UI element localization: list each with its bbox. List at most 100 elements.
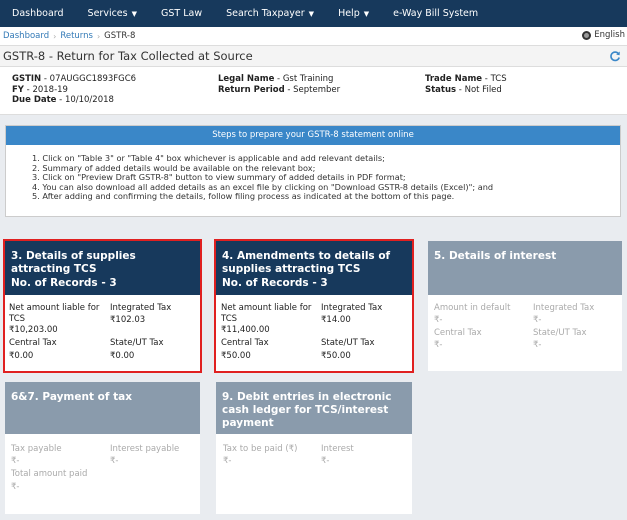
nav-dashboard-label: Dashboard — [12, 8, 64, 19]
tile-title: 3. Details of supplies attracting TCS — [11, 250, 136, 275]
sgst-value: ₹0.00 — [110, 351, 135, 361]
breadcrumb-separator: › — [96, 31, 101, 41]
step-item: 5. After adding and confirming the detai… — [32, 191, 455, 202]
amount-default-value: ₹- — [434, 315, 443, 325]
interest-value: ₹- — [321, 456, 330, 466]
fy-row: FY - 2018-19 — [12, 84, 68, 95]
breadcrumb: Dashboard › Returns › GSTR-8 English — [0, 27, 627, 45]
nav-eway-bill-label: e-Way Bill System — [393, 8, 479, 19]
page-title-bar: GSTR-8 - Return for Tax Collected at Sou… — [0, 45, 627, 67]
tax-to-be-paid-value: ₹- — [223, 456, 232, 466]
globe-icon — [582, 30, 592, 40]
interest-payable-value: ₹- — [110, 456, 119, 466]
fy-label: FY — [12, 84, 24, 95]
sgst-value: ₹50.00 — [321, 351, 351, 361]
net-amount-label: Net amount liable for TCS — [221, 303, 312, 324]
breadcrumb-current: GSTR-8 — [104, 31, 136, 41]
tile-header: 3. Details of supplies attracting TCS No… — [5, 241, 200, 295]
return-info-panel: GSTIN - 07AUGGC1893FGC6 FY - 2018-19 Due… — [0, 67, 627, 115]
igst-value: ₹102.03 — [110, 315, 146, 325]
tax-payable-value: ₹- — [11, 456, 20, 466]
amount-default-label: Amount in default — [434, 303, 511, 313]
nav-services[interactable]: Services ▼ — [76, 0, 149, 27]
cgst-label: Central Tax — [434, 328, 482, 338]
total-paid-label: Total amount paid — [11, 469, 88, 479]
nav-services-label: Services — [87, 8, 128, 19]
refresh-icon[interactable] — [609, 50, 621, 62]
tile-table-3[interactable]: 3. Details of supplies attracting TCS No… — [3, 239, 202, 373]
cgst-label: Central Tax — [221, 338, 269, 348]
legal-name-row: Legal Name - Gst Training — [218, 74, 334, 84]
tile-title: 4. Amendments to details of supplies att… — [222, 250, 391, 275]
tax-payable-label: Tax payable — [11, 444, 62, 454]
tile-header: 5. Details of interest — [428, 241, 622, 295]
page-title: GSTR-8 - Return for Tax Collected at Sou… — [3, 49, 253, 63]
steps-panel: Steps to prepare your GSTR-8 statement o… — [5, 125, 621, 217]
status-row: Status - Not Filed — [425, 84, 502, 95]
legal-name-label: Legal Name — [218, 74, 275, 84]
steps-heading: Steps to prepare your GSTR-8 statement o… — [6, 126, 620, 145]
breadcrumb-separator: › — [53, 31, 57, 41]
igst-value: ₹- — [533, 315, 542, 325]
sgst-label: State/UT Tax — [110, 338, 164, 348]
nav-eway-bill[interactable]: e-Way Bill System — [381, 0, 490, 27]
legal-name-value: Gst Training — [282, 74, 334, 84]
tile-header: 6&7. Payment of tax — [5, 382, 200, 434]
due-date-row: Due Date - 10/10/2018 — [12, 95, 114, 105]
gstin-label: GSTIN — [12, 74, 42, 84]
trade-name-row: Trade Name - TCS — [425, 74, 507, 84]
due-date-value: 10/10/2018 — [64, 95, 114, 105]
gstin-row: GSTIN - 07AUGGC1893FGC6 — [12, 74, 137, 84]
tile-title: 9. Debit entries in electronic cash ledg… — [222, 391, 392, 429]
cgst-value: ₹0.00 — [9, 351, 34, 361]
due-date-label: Due Date — [12, 95, 57, 105]
return-period-row: Return Period - September — [218, 84, 341, 95]
nav-help-label: Help — [338, 8, 360, 19]
trade-name-label: Trade Name — [425, 74, 483, 84]
status-value: Not Filed — [464, 84, 502, 95]
cgst-label: Central Tax — [9, 338, 57, 348]
nav-gst-law[interactable]: GST Law — [149, 0, 214, 27]
tile-interest: 5. Details of interest Amount in default… — [428, 241, 622, 371]
steps-list: 1. Click on "Table 3" or "Table 4" box w… — [6, 145, 620, 202]
sgst-label: State/UT Tax — [321, 338, 375, 348]
chevron-down-icon: ▼ — [363, 9, 370, 18]
interest-label: Interest — [321, 444, 354, 454]
cgst-value: ₹- — [434, 340, 443, 350]
breadcrumb-dashboard[interactable]: Dashboard — [3, 31, 49, 41]
igst-label: Integrated Tax — [110, 303, 172, 313]
igst-label: Integrated Tax — [321, 303, 383, 313]
cgst-value: ₹50.00 — [221, 351, 251, 361]
net-amount-value: ₹11,400.00 — [221, 325, 270, 335]
records-count: No. of Records - 3 — [222, 277, 328, 289]
info-col-right: Trade Name - TCS Status - Not Filed — [425, 74, 507, 95]
tile-debit-entries: 9. Debit entries in electronic cash ledg… — [216, 382, 412, 514]
igst-label: Integrated Tax — [533, 303, 595, 313]
nav-search-taxpayer-label: Search Taxpayer — [226, 8, 305, 19]
tile-table-4[interactable]: 4. Amendments to details of supplies att… — [214, 239, 414, 373]
breadcrumb-returns[interactable]: Returns — [60, 31, 93, 41]
status-label: Status — [425, 84, 457, 95]
tile-payment-of-tax: 6&7. Payment of tax Tax payable ₹- Inter… — [5, 382, 200, 514]
chevron-down-icon: ▼ — [131, 9, 137, 18]
gstin-value: 07AUGGC1893FGC6 — [49, 74, 137, 84]
records-count: No. of Records - 3 — [11, 277, 117, 289]
tile-title: 5. Details of interest — [434, 250, 557, 262]
net-amount-label: Net amount liable for TCS — [9, 303, 100, 324]
sgst-value: ₹- — [533, 340, 542, 350]
return-period-label: Return Period — [218, 84, 285, 95]
nav-help[interactable]: Help ▼ — [326, 0, 381, 27]
language-selector[interactable]: English — [582, 30, 625, 40]
chevron-down-icon: ▼ — [308, 9, 315, 18]
return-period-value: September — [293, 84, 341, 95]
total-paid-value: ₹- — [11, 482, 20, 492]
language-label: English — [594, 30, 625, 40]
info-col-left: GSTIN - 07AUGGC1893FGC6 FY - 2018-19 Due… — [12, 74, 136, 106]
sgst-label: State/UT Tax — [533, 328, 587, 338]
tile-header: 4. Amendments to details of supplies att… — [216, 241, 412, 295]
nav-dashboard[interactable]: Dashboard — [0, 0, 76, 27]
fy-value: 2018-19 — [32, 84, 68, 95]
net-amount-value: ₹10,203.00 — [9, 325, 58, 335]
nav-search-taxpayer[interactable]: Search Taxpayer ▼ — [214, 0, 326, 27]
interest-payable-label: Interest payable — [110, 444, 180, 454]
